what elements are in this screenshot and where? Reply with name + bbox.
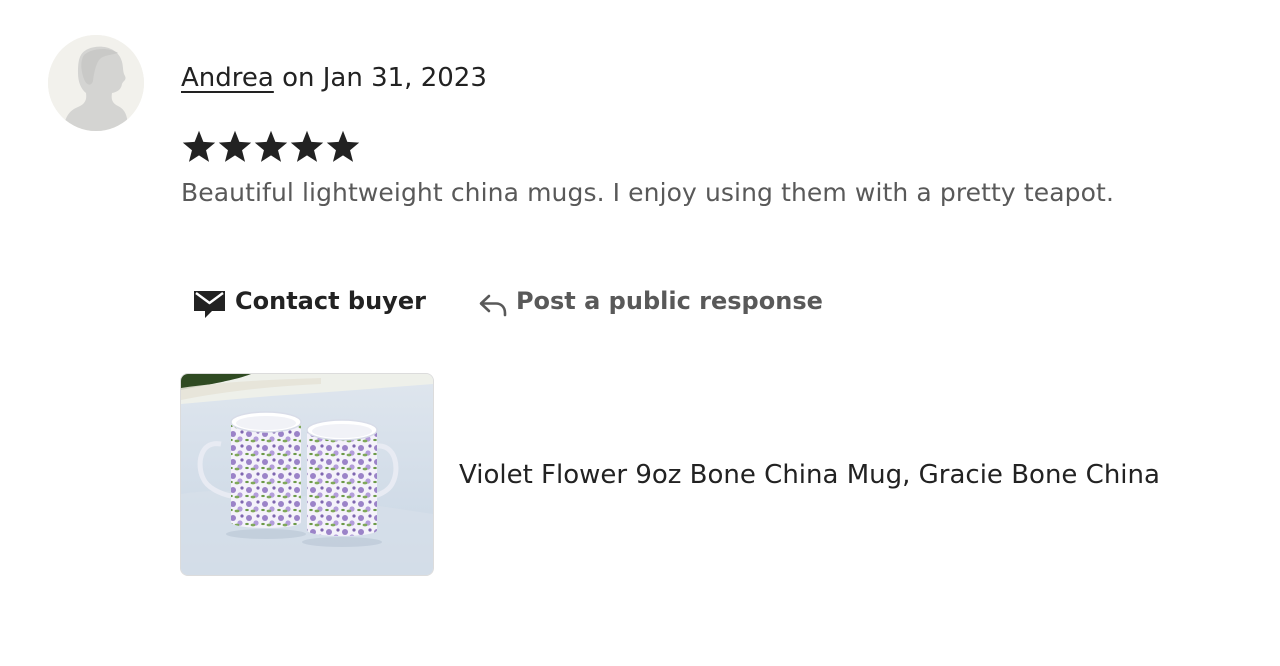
post-public-response-label: Post a public response: [515, 287, 823, 315]
listing-thumbnail[interactable]: [180, 373, 434, 576]
post-public-response-button[interactable]: Post a public response: [478, 285, 823, 317]
review-date: on Jan 31, 2023: [273, 63, 487, 93]
product-photo: [181, 374, 433, 575]
review-byline: Andrea on Jan 31, 2023: [181, 60, 487, 96]
contact-buyer-button[interactable]: Contact buyer: [193, 283, 426, 319]
listing-title-link[interactable]: Violet Flower 9oz Bone China Mug, Gracie…: [459, 457, 1160, 493]
star-rating: [181, 129, 361, 167]
review-card: Andrea on Jan 31, 2023 Beautiful lightwe…: [0, 0, 1280, 666]
star-icon: [218, 130, 252, 162]
star-icon: [326, 130, 360, 162]
star-icon: [254, 130, 288, 162]
user-silhouette-icon: [48, 35, 144, 131]
review-actions: Contact buyer Post a public response: [193, 282, 823, 320]
avatar[interactable]: [48, 35, 144, 131]
envelope-icon: [194, 291, 225, 318]
star-icon: [182, 130, 216, 162]
review-text: Beautiful lightweight china mugs. I enjo…: [181, 178, 1114, 207]
reply-arrow-icon: [479, 294, 507, 317]
reviewer-name-link[interactable]: Andrea: [181, 63, 274, 93]
purchased-listing: Violet Flower 9oz Bone China Mug, Gracie…: [180, 373, 1160, 576]
contact-buyer-label: Contact buyer: [235, 287, 426, 315]
star-icon: [290, 130, 324, 162]
